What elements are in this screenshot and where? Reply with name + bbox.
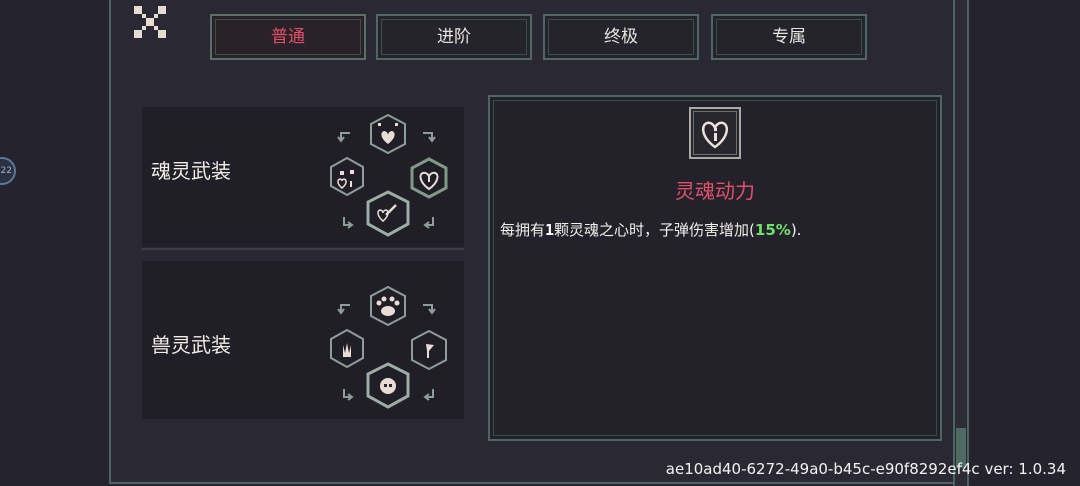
version-label: ae10ad40-6272-49a0-b45c-e90f8292ef4c ver… <box>665 460 1066 478</box>
tab-ultimate[interactable]: 终极 <box>543 14 699 60</box>
tab-normal[interactable]: 普通 <box>210 14 366 60</box>
desc-count: 1 <box>545 221 555 239</box>
set-card-beast[interactable]: 兽灵武装 <box>142 261 464 419</box>
beast-set-skill-cluster <box>330 285 447 409</box>
soul-heart-icon <box>701 121 729 149</box>
set-title-beast: 兽灵武装 <box>151 333 231 357</box>
tab-exclusive[interactable]: 专属 <box>711 14 867 60</box>
desc-value: 15% <box>754 221 791 239</box>
skill-name: 灵魂动力 <box>675 179 755 203</box>
desc-suffix: ). <box>790 221 802 239</box>
skill-icon-frame <box>689 107 741 159</box>
side-handle-badge[interactable]: 22 <box>0 157 16 185</box>
desc-prefix: 每拥有 <box>500 221 546 239</box>
soul-set-skill-cluster <box>330 113 448 237</box>
set-title-soul: 魂灵武装 <box>151 159 231 183</box>
desc-middle: 颗灵魂之心时，子弹伤害增加( <box>554 221 755 239</box>
tab-advanced[interactable]: 进阶 <box>376 14 532 60</box>
set-divider <box>142 248 464 250</box>
close-button[interactable] <box>134 6 166 38</box>
close-x-icon <box>134 6 166 38</box>
set-card-soul[interactable]: 魂灵武装 <box>142 107 464 247</box>
skill-hex-left <box>330 156 364 197</box>
scrollbar-track[interactable] <box>953 0 969 486</box>
skill-description: 每拥有1颗灵魂之心时，子弹伤害增加(15%). <box>500 219 801 240</box>
skill-hex-top <box>370 113 406 155</box>
